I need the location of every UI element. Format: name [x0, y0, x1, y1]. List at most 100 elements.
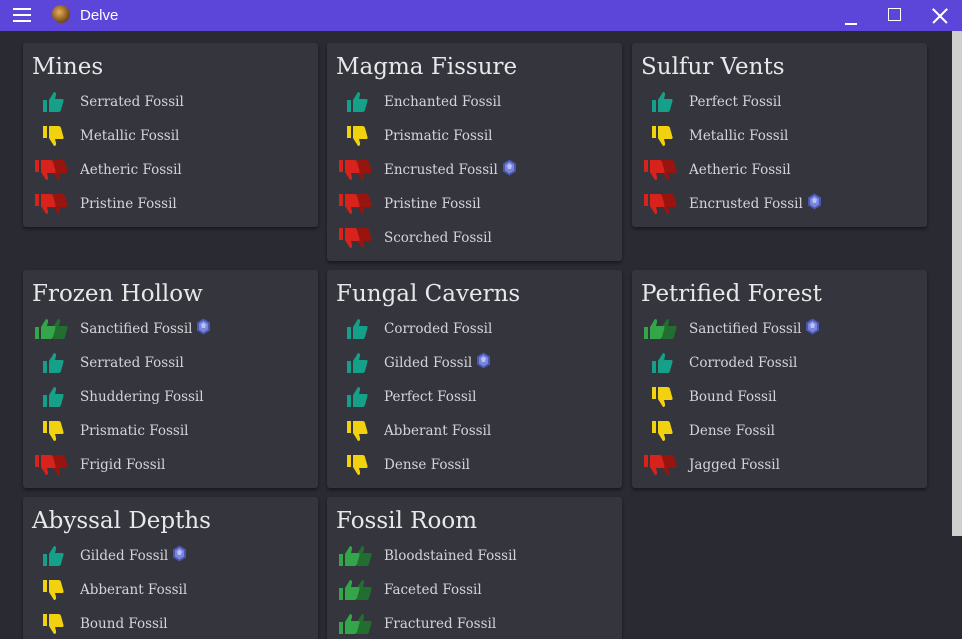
- thumbs-down-icon: [642, 385, 688, 409]
- title-bar: Delve: [0, 0, 962, 31]
- fossil-name: Jagged Fossil: [689, 457, 780, 473]
- double-thumbs-down-icon: [642, 158, 688, 182]
- scrollbar-thumb[interactable]: [952, 31, 962, 536]
- fossil-row[interactable]: Pristine Fossil: [23, 187, 318, 221]
- fossil-row[interactable]: Fractured Fossil: [327, 607, 622, 639]
- thumbs-up-icon: [33, 351, 79, 375]
- fossil-name: Encrusted Fossil: [384, 162, 498, 178]
- fossil-row[interactable]: Aetheric Fossil: [632, 153, 927, 187]
- fossil-name: Sanctified Fossil: [689, 321, 802, 337]
- fossil-name: Prismatic Fossil: [80, 423, 189, 439]
- double-thumbs-up-icon: [337, 544, 383, 568]
- hamburger-menu-icon[interactable]: [13, 8, 31, 22]
- fossil-name: Perfect Fossil: [689, 94, 782, 110]
- fossil-row[interactable]: Gilded Fossil: [23, 539, 318, 573]
- double-thumbs-down-icon: [337, 192, 383, 216]
- fossil-name: Abberant Fossil: [384, 423, 492, 439]
- biome-title: Mines: [32, 54, 104, 80]
- fossil-row[interactable]: Dense Fossil: [327, 448, 622, 482]
- thumbs-up-icon: [337, 317, 383, 341]
- fossil-row[interactable]: Serrated Fossil: [23, 85, 318, 119]
- fossil-name: Shuddering Fossil: [80, 389, 204, 405]
- fossil-name: Abberant Fossil: [80, 582, 188, 598]
- fossil-row[interactable]: Enchanted Fossil: [327, 85, 622, 119]
- maximize-button[interactable]: [885, 5, 907, 27]
- biome-title: Sulfur Vents: [641, 54, 785, 80]
- fossil-row[interactable]: Jagged Fossil: [632, 448, 927, 482]
- fossil-row[interactable]: Corroded Fossil: [327, 312, 622, 346]
- fossil-name: Gilded Fossil: [80, 548, 169, 564]
- fossil-row[interactable]: Sanctified Fossil: [632, 312, 927, 346]
- fossil-row[interactable]: Metallic Fossil: [632, 119, 927, 153]
- fossil-row[interactable]: Faceted Fossil: [327, 573, 622, 607]
- fossil-row[interactable]: Dense Fossil: [632, 414, 927, 448]
- fossil-row[interactable]: Frigid Fossil: [23, 448, 318, 482]
- fossil-row[interactable]: Abberant Fossil: [23, 573, 318, 607]
- double-thumbs-down-icon: [337, 158, 383, 182]
- thumbs-down-icon: [33, 419, 79, 443]
- double-thumbs-down-icon: [33, 453, 79, 477]
- fossil-row[interactable]: Bloodstained Fossil: [327, 539, 622, 573]
- biome-card: Magma Fissure Enchanted Fossil Prismatic …: [327, 43, 622, 261]
- thumbs-up-icon: [33, 544, 79, 568]
- thumbs-up-icon: [33, 90, 79, 114]
- thumbs-down-icon: [33, 612, 79, 636]
- fossil-row[interactable]: Shuddering Fossil: [23, 380, 318, 414]
- fossil-row[interactable]: Corroded Fossil: [632, 346, 927, 380]
- fossil-row[interactable]: Serrated Fossil: [23, 346, 318, 380]
- resonator-gem-icon: [173, 545, 187, 561]
- resonator-gem-icon: [197, 318, 211, 334]
- fossil-row[interactable]: Scorched Fossil: [327, 221, 622, 255]
- fossil-row[interactable]: Encrusted Fossil: [632, 187, 927, 221]
- thumbs-down-icon: [33, 124, 79, 148]
- fossil-row[interactable]: Perfect Fossil: [327, 380, 622, 414]
- fossil-row[interactable]: Metallic Fossil: [23, 119, 318, 153]
- thumbs-up-icon: [337, 90, 383, 114]
- minimize-button[interactable]: [840, 5, 862, 27]
- fossil-row[interactable]: Encrusted Fossil: [327, 153, 622, 187]
- fossil-row[interactable]: Abberant Fossil: [327, 414, 622, 448]
- double-thumbs-down-icon: [33, 158, 79, 182]
- fossil-name: Dense Fossil: [689, 423, 775, 439]
- biome-title: Frozen Hollow: [32, 281, 203, 307]
- resonator-gem-icon: [502, 159, 516, 175]
- fossil-row[interactable]: Aetheric Fossil: [23, 153, 318, 187]
- thumbs-down-icon: [33, 578, 79, 602]
- thumbs-down-icon: [642, 124, 688, 148]
- fossil-name: Corroded Fossil: [384, 321, 493, 337]
- biome-title: Magma Fissure: [336, 54, 518, 80]
- fossil-row[interactable]: Prismatic Fossil: [23, 414, 318, 448]
- fossil-row[interactable]: Perfect Fossil: [632, 85, 927, 119]
- thumbs-up-icon: [337, 385, 383, 409]
- thumbs-down-icon: [337, 419, 383, 443]
- fossil-row[interactable]: Pristine Fossil: [327, 187, 622, 221]
- fossil-name: Metallic Fossil: [80, 128, 180, 144]
- biome-card: Mines Serrated Fossil Metallic Fossil Aeth…: [23, 43, 318, 227]
- fossil-row[interactable]: Bound Fossil: [23, 607, 318, 639]
- double-thumbs-down-icon: [337, 226, 383, 250]
- double-thumbs-up-icon: [33, 317, 79, 341]
- resonator-gem-icon: [807, 193, 821, 209]
- fossil-row[interactable]: Prismatic Fossil: [327, 119, 622, 153]
- biome-card: Fossil Room Bloodstained Fossil Faceted F…: [327, 497, 622, 639]
- biome-card: Abyssal Depths Gilded Fossil Abberant Fos…: [23, 497, 318, 639]
- resonator-gem-icon: [806, 318, 820, 334]
- fossil-row[interactable]: Sanctified Fossil: [23, 312, 318, 346]
- thumbs-down-icon: [642, 419, 688, 443]
- fossil-name: Faceted Fossil: [384, 582, 482, 598]
- fossil-name: Encrusted Fossil: [689, 196, 803, 212]
- biome-card: Petrified Forest Sanctified Fossil Corrod…: [632, 270, 927, 488]
- fossil-name: Serrated Fossil: [80, 355, 184, 371]
- fossil-row[interactable]: Bound Fossil: [632, 380, 927, 414]
- close-button[interactable]: [929, 5, 951, 27]
- fossil-row[interactable]: Gilded Fossil: [327, 346, 622, 380]
- fossil-name: Corroded Fossil: [689, 355, 798, 371]
- biome-card: Frozen Hollow Sanctified Fossil Serrated …: [23, 270, 318, 488]
- scrollbar[interactable]: [952, 31, 962, 639]
- double-thumbs-up-icon: [337, 612, 383, 636]
- fossil-name: Enchanted Fossil: [384, 94, 502, 110]
- fossil-name: Gilded Fossil: [384, 355, 473, 371]
- fossil-name: Metallic Fossil: [689, 128, 789, 144]
- double-thumbs-up-icon: [642, 317, 688, 341]
- app-logo-icon: [52, 5, 70, 23]
